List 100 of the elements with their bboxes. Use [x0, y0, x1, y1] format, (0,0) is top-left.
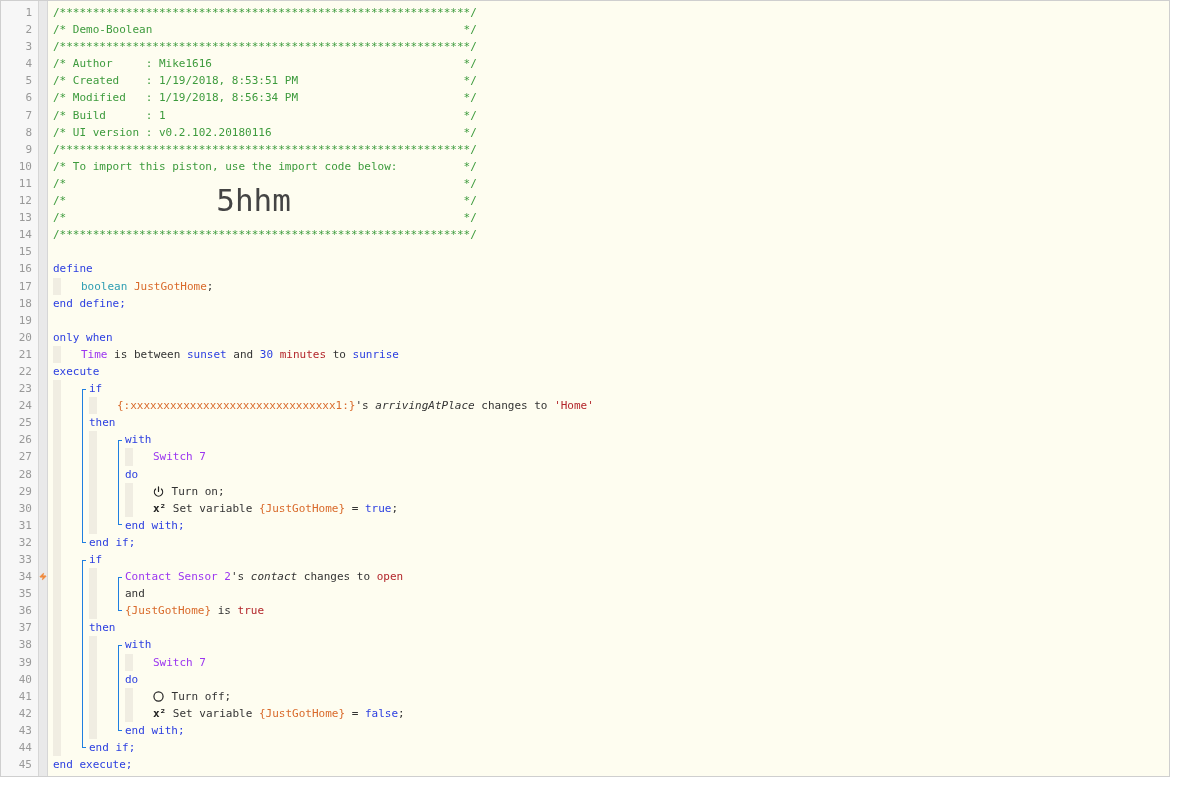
- code-text: Switch 7: [153, 449, 206, 466]
- code-text: Turn on;: [170, 483, 225, 500]
- code-text: x² Set variable {JustGotHome} = false;: [153, 705, 405, 722]
- bracket-line: [118, 576, 122, 611]
- lightning-icon: [39, 572, 47, 582]
- line-number: 37: [18, 620, 32, 637]
- line-number: 15: [18, 244, 32, 261]
- comment-end: */: [463, 124, 477, 141]
- code-text: end with;: [125, 517, 185, 534]
- code-text: do: [125, 466, 139, 483]
- line-number: 5: [25, 73, 32, 90]
- line-number: 25: [18, 415, 32, 432]
- comment-text: /* To import this piston, use the import code below:: [53, 158, 398, 175]
- comment-end: */: [463, 56, 477, 73]
- comment-text: /* UI version : v0.2.102.20180116: [53, 124, 272, 141]
- line-number: 36: [18, 603, 32, 620]
- comment-end: */: [463, 158, 477, 175]
- code-text: Turn off;: [170, 688, 232, 705]
- comment-text: /**************************************************************/: [53, 141, 477, 158]
- code-text: if: [89, 552, 103, 568]
- comment-text: /**************************************************************/: [53, 227, 477, 244]
- line-number: 20: [18, 329, 32, 346]
- code-text: {:xxxxxxxxxxxxxxxxxxxxxxxxxxxxxxx1:}'s arrivingAtPlace changes to 'Home': [117, 398, 594, 415]
- line-number: 14: [18, 227, 32, 244]
- code-text: define: [53, 261, 93, 278]
- line-number: 27: [18, 449, 32, 466]
- code-text: Contact Sensor 2's contact changes to open: [125, 569, 404, 586]
- line-number: 43: [18, 722, 32, 739]
- line-number: 16: [18, 261, 32, 278]
- comment-text: /* Build : 1: [53, 107, 166, 124]
- line-number: 10: [18, 158, 32, 175]
- comment-text: /**************************************************************/: [53, 39, 477, 56]
- comment-end: */: [463, 73, 477, 90]
- line-number: 18: [18, 295, 32, 312]
- line-number: 23: [18, 381, 32, 398]
- line-number: 22: [18, 363, 32, 380]
- comment-end: */: [463, 22, 477, 39]
- line-number: 32: [18, 534, 32, 551]
- comment-text: /*: [53, 193, 67, 210]
- line-number: 7: [25, 107, 32, 124]
- comment-end: */: [463, 210, 477, 227]
- comment-text: /* Modified : 1/19/2018, 8:56:34 PM: [53, 90, 299, 107]
- line-number: 34: [18, 569, 32, 586]
- line-number: 30: [18, 500, 32, 517]
- code-text: end if;: [89, 534, 136, 551]
- line-number: 12: [18, 193, 32, 210]
- comment-text: /*: [53, 175, 67, 192]
- line-number: 2: [25, 22, 32, 39]
- code-text: with: [125, 432, 152, 449]
- code-text: do: [125, 671, 139, 688]
- comment-text: /*: [53, 210, 67, 227]
- code-text: then: [89, 415, 116, 432]
- code-text: execute: [53, 363, 100, 380]
- line-number: 44: [18, 740, 32, 757]
- line-number: 45: [18, 757, 32, 774]
- line-number: 4: [25, 56, 32, 73]
- code-text: x² Set variable {JustGotHome} = true;: [153, 500, 399, 517]
- code-text: Time is between sunset and 30 minutes to sunrise: [81, 346, 399, 363]
- line-number: 39: [18, 654, 32, 671]
- code-text: end if;: [89, 740, 136, 757]
- line-number: 42: [18, 705, 32, 722]
- line-number: 11: [18, 175, 32, 192]
- comment-end: */: [463, 90, 477, 107]
- code-text: then: [89, 620, 116, 637]
- code-text: end with;: [125, 722, 185, 739]
- code-text: only when: [53, 329, 113, 346]
- line-number: 6: [25, 90, 32, 107]
- code-text: if: [89, 381, 103, 398]
- line-number: 1: [25, 5, 32, 21]
- code-text: boolean JustGotHome;: [81, 278, 214, 295]
- line-number: 33: [18, 552, 32, 568]
- line-number: 19: [18, 312, 32, 329]
- line-number: 26: [18, 432, 32, 449]
- line-number: 38: [18, 637, 32, 654]
- code-text: with: [125, 637, 152, 654]
- code-text: Switch 7: [153, 654, 206, 671]
- line-number: 29: [18, 483, 32, 500]
- line-number: 3: [25, 39, 32, 56]
- line-number: 35: [18, 586, 32, 603]
- line-number: 28: [18, 466, 32, 483]
- comment-text: /* Author : Mike1616: [53, 56, 212, 73]
- comment-text: /* Demo-Boolean: [53, 22, 153, 39]
- line-number: 17: [18, 278, 32, 295]
- comment-end: */: [463, 107, 477, 124]
- code-text: end define;: [53, 295, 126, 312]
- line-number: 9: [25, 141, 32, 158]
- line-number: 31: [18, 517, 32, 534]
- code-text: and: [125, 586, 145, 603]
- line-number: 40: [18, 671, 32, 688]
- comment-end: */: [463, 193, 477, 210]
- comment-end: */: [463, 175, 477, 192]
- line-number: 41: [18, 688, 32, 705]
- comment-text: /* Created : 1/19/2018, 8:53:51 PM: [53, 73, 299, 90]
- comment-text: /**************************************************************/: [53, 5, 477, 21]
- code-text: {JustGotHome} is true: [125, 603, 265, 620]
- line-number: 24: [18, 398, 32, 415]
- line-number: 21: [18, 346, 32, 363]
- code-text: end execute;: [53, 757, 133, 774]
- line-number: 8: [25, 124, 32, 141]
- line-number: 13: [18, 210, 32, 227]
